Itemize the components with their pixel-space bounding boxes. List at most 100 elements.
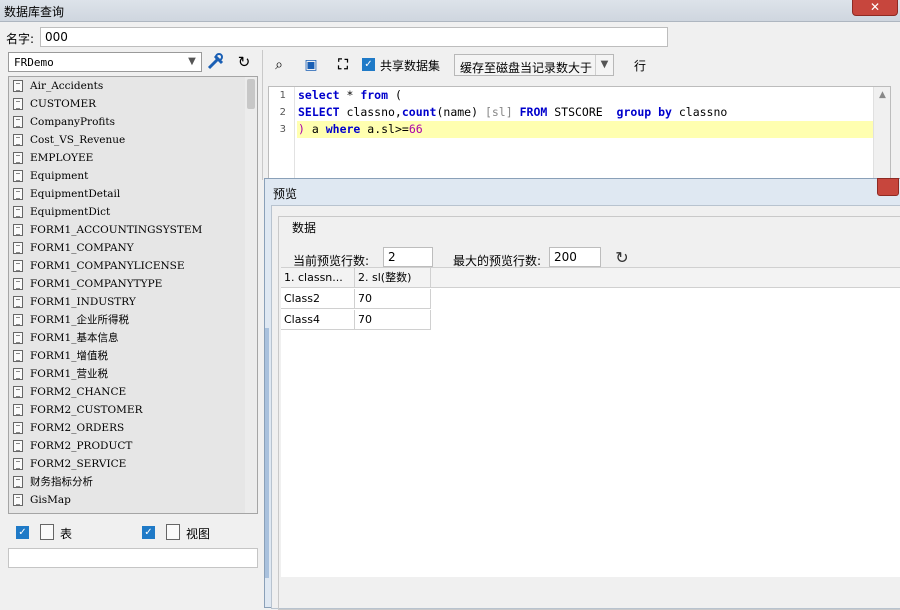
fullscreen-icon: ⛶ [338, 57, 348, 73]
table-list-item[interactable]: FORM2_CUSTOMER [9, 401, 257, 419]
share-dataset-label: 共享数据集 [380, 59, 441, 73]
name-input[interactable] [40, 27, 668, 47]
table-icon [40, 524, 54, 540]
table-list-item[interactable]: FORM1_COMPANYTYPE [9, 275, 257, 293]
table-list-item[interactable]: EquipmentDict [9, 203, 257, 221]
cache-option-value: 缓存至磁盘当记录数大于 [460, 61, 593, 75]
sql-editor[interactable]: 1 2 3 select * from ( SELECT classno,cou… [268, 86, 891, 182]
max-rows-input[interactable]: 200 [549, 247, 601, 267]
query-toolbar: ⌕ ▣ ⛶ ✓ 共享数据集 缓存至磁盘当记录数大于 ▼ 行 [268, 52, 900, 78]
table-name: EquipmentDict [30, 206, 111, 218]
table-search-box[interactable] [8, 548, 258, 568]
table-name: Air_Accidents [30, 80, 104, 92]
table-name: FORM2_ORDERS [30, 422, 125, 434]
table-list-item[interactable]: Air_Accidents [9, 77, 257, 95]
table-name: FORM1_ACCOUNTINGSYSTEM [30, 224, 203, 236]
window-close-button[interactable]: ✕ [852, 0, 898, 16]
table-list-item[interactable]: FORM1_COMPANYLICENSE [9, 257, 257, 275]
table-cell: 70 [355, 289, 431, 309]
table-icon [13, 260, 23, 272]
parameter-button[interactable]: ▣ [300, 54, 322, 76]
table-list-item[interactable]: Equipment [9, 167, 257, 185]
table-cell: Class4 [281, 310, 355, 330]
table-list-item[interactable]: FORM1_企业所得税 [9, 311, 257, 329]
show-tables-label: 表 [60, 527, 73, 541]
table-name: FORM2_PRODUCT [30, 440, 133, 452]
cache-option-select[interactable]: 缓存至磁盘当记录数大于 ▼ [454, 54, 614, 76]
sql-line-2: SELECT classno,count(name) [sl] FROM STS… [298, 105, 728, 119]
table-list-scrollbar[interactable] [245, 77, 257, 513]
table-list-item[interactable]: CompanyProfits [9, 113, 257, 131]
table-list-item[interactable]: FORM1_ACCOUNTINGSYSTEM [9, 221, 257, 239]
fullscreen-button[interactable]: ⛶ [332, 54, 354, 76]
refresh-tables-button[interactable]: ↻ [232, 51, 256, 73]
table-list: Air_Accidents CUSTOMER CompanyProfits Cost_… [8, 76, 258, 514]
show-views-label: 视图 [186, 527, 211, 541]
refresh-icon: ↻ [615, 248, 629, 267]
table-icon [13, 170, 23, 182]
table-name: FORM1_INDUSTRY [30, 296, 136, 308]
table-cell: 70 [355, 310, 431, 330]
column-header-sl[interactable]: 2. sl(整数) [355, 268, 431, 288]
preview-icon: ⌕ [275, 57, 283, 73]
table-name: FORM1_基本信息 [30, 332, 119, 344]
table-list-item[interactable]: FORM2_SERVICE [9, 455, 257, 473]
table-icon [13, 242, 23, 254]
preview-left-edge [265, 328, 269, 578]
table-list-item[interactable]: GisMap [9, 491, 257, 509]
database-select[interactable]: FRDemo ▼ [8, 52, 202, 72]
table-name: FORM2_SERVICE [30, 458, 127, 470]
table-name: EquipmentDetail [30, 188, 121, 200]
table-list-item[interactable]: FORM2_PRODUCT [9, 437, 257, 455]
table-name: CUSTOMER [30, 98, 97, 110]
preview-close-button[interactable] [877, 178, 899, 196]
rows-unit-label: 行 [634, 59, 647, 73]
table-name: Equipment [30, 170, 89, 182]
connection-settings-button[interactable] [204, 51, 228, 73]
table-icon [13, 458, 23, 470]
table-list-item[interactable]: EMPLOYEE [9, 149, 257, 167]
table-icon [13, 368, 23, 380]
table-name: EMPLOYEE [30, 152, 94, 164]
preview-button[interactable]: ⌕ [268, 54, 290, 76]
sql-line-1: select * from ( [298, 88, 402, 102]
editor-scrollbar[interactable]: ▲ [873, 87, 890, 181]
table-name: GisMap [30, 494, 71, 506]
table-name: CompanyProfits [30, 116, 116, 128]
refresh-preview-button[interactable]: ↻ [611, 247, 633, 269]
left-panel: FRDemo ▼ ↻ Air_Accidents CUSTOMER CompanyP… [6, 50, 262, 570]
sql-line-3: ) a where a.sl>=66 [297, 121, 875, 138]
line-number: 1 [279, 90, 286, 101]
line-number-gutter: 1 2 3 [269, 87, 295, 181]
table-list-item[interactable]: FORM1_营业税 [9, 365, 257, 383]
show-views-checkbox[interactable]: ✓ [142, 526, 155, 539]
window-titlebar: 数据库查询 ✕ [0, 0, 900, 22]
table-list-item[interactable]: FORM1_基本信息 [9, 329, 257, 347]
panel-divider[interactable] [262, 50, 266, 180]
table-icon [13, 152, 23, 164]
table-list-item[interactable]: FORM1_COMPANY [9, 239, 257, 257]
table-list-item[interactable]: Cost_VS_Revenue [9, 131, 257, 149]
filter-row: ✓ 表 ✓ 视图 [8, 520, 258, 546]
table-icon [13, 80, 23, 92]
line-number: 2 [279, 107, 286, 118]
table-list-item[interactable]: FORM2_ORDERS [9, 419, 257, 437]
view-icon [166, 524, 180, 540]
table-icon [13, 116, 23, 128]
data-group-title: 数据 [289, 219, 320, 236]
table-list-item[interactable]: FORM2_CHANCE [9, 383, 257, 401]
current-rows-field[interactable]: 2 [383, 247, 433, 267]
table-list-item[interactable]: CUSTOMER [9, 95, 257, 113]
sql-code[interactable]: select * from ( SELECT classno,count(nam… [297, 87, 875, 138]
table-icon [13, 206, 23, 218]
column-header-classno[interactable]: 1. classn... [281, 268, 355, 288]
database-select-value: FRDemo [14, 56, 54, 69]
table-icon [13, 134, 23, 146]
share-dataset-checkbox[interactable]: ✓ [362, 58, 375, 71]
show-tables-checkbox[interactable]: ✓ [16, 526, 29, 539]
preview-title: 预览 [273, 187, 298, 201]
table-list-item[interactable]: 财务指标分析 [9, 473, 257, 491]
table-list-item[interactable]: FORM1_增值税 [9, 347, 257, 365]
table-list-item[interactable]: FORM1_INDUSTRY [9, 293, 257, 311]
table-list-item[interactable]: EquipmentDetail [9, 185, 257, 203]
